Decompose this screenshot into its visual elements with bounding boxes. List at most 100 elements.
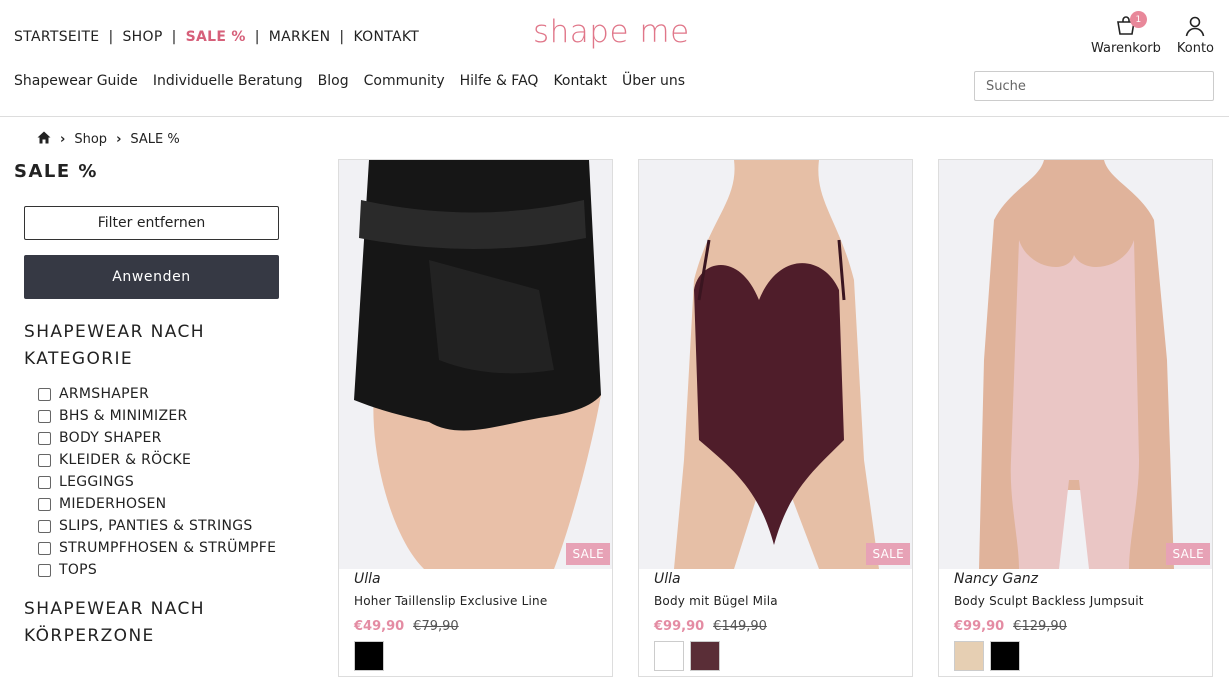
- category-label: BHS & MINIMIZER: [59, 408, 188, 424]
- color-swatches: [354, 641, 384, 671]
- site-logo[interactable]: shape me: [533, 14, 690, 50]
- sale-badge: SALE: [1166, 543, 1210, 565]
- checkbox[interactable]: [38, 431, 51, 445]
- product-price: €99,90 €149,90: [654, 619, 767, 634]
- color-swatch[interactable]: [354, 641, 384, 671]
- nav-sale[interactable]: SALE %: [186, 29, 246, 45]
- nav-separator: |: [171, 29, 177, 45]
- category-filter-heading[interactable]: SHAPEWEAR NACH KATEGORIE: [24, 319, 284, 373]
- product-brand: Ulla: [654, 571, 681, 587]
- zone-heading-line: SHAPEWEAR NACH: [24, 599, 205, 619]
- category-label: BODY SHAPER: [59, 430, 162, 446]
- category-label: LEGGINGS: [59, 474, 135, 490]
- apply-filter-button[interactable]: Anwenden: [24, 255, 279, 299]
- checkbox[interactable]: [38, 409, 51, 423]
- product-price: €49,90 €79,90: [354, 619, 459, 634]
- color-swatch[interactable]: [690, 641, 720, 671]
- product-name[interactable]: Hoher Taillenslip Exclusive Line: [354, 594, 547, 608]
- category-heading-line: SHAPEWEAR NACH: [24, 322, 205, 342]
- color-swatch[interactable]: [654, 641, 684, 671]
- category-label: TOPS: [59, 562, 98, 578]
- subnav-ueber-uns[interactable]: Über uns: [622, 73, 685, 89]
- checkbox[interactable]: [38, 475, 51, 489]
- nav-separator: |: [339, 29, 345, 45]
- account-button[interactable]: Konto: [1177, 14, 1214, 56]
- product-price: €99,90 €129,90: [954, 619, 1067, 634]
- subnav-blog[interactable]: Blog: [318, 73, 349, 89]
- category-option[interactable]: LEGGINGS: [38, 471, 276, 493]
- search-input[interactable]: [974, 71, 1214, 101]
- breadcrumb-shop[interactable]: Shop: [74, 132, 107, 147]
- product-image[interactable]: [339, 160, 612, 569]
- user-area: 1 Warenkorb Konto: [1090, 11, 1214, 56]
- checkbox[interactable]: [38, 387, 51, 401]
- original-price: €149,90: [713, 619, 767, 634]
- nav-shop[interactable]: SHOP: [122, 29, 162, 45]
- sale-badge: SALE: [566, 543, 610, 565]
- category-option[interactable]: TOPS: [38, 559, 276, 581]
- breadcrumb-current: SALE %: [130, 132, 180, 147]
- top-navigation: STARTSEITE | SHOP | SALE % | MARKEN | KO…: [14, 29, 419, 45]
- nav-marken[interactable]: MARKEN: [269, 29, 331, 45]
- product-brand: Nancy Ganz: [954, 571, 1039, 587]
- checkbox[interactable]: [38, 563, 51, 577]
- subnav-shapewear-guide[interactable]: Shapewear Guide: [14, 73, 138, 89]
- home-icon[interactable]: [37, 131, 51, 148]
- product-image[interactable]: [939, 160, 1212, 569]
- category-option[interactable]: BODY SHAPER: [38, 427, 276, 449]
- header-divider: [0, 116, 1229, 117]
- category-label: STRUMPFHOSEN & STRÜMPFE: [59, 540, 277, 556]
- color-swatches: [654, 641, 720, 671]
- account-label: Konto: [1176, 41, 1214, 56]
- color-swatch[interactable]: [990, 641, 1020, 671]
- nav-separator: |: [108, 29, 114, 45]
- zone-heading-line: KÖRPERZONE: [24, 626, 155, 646]
- color-swatch[interactable]: [954, 641, 984, 671]
- breadcrumb: › Shop › SALE %: [37, 131, 180, 148]
- subnav-hilfe-faq[interactable]: Hilfe & FAQ: [460, 73, 539, 89]
- original-price: €79,90: [413, 619, 459, 634]
- subnav-community[interactable]: Community: [364, 73, 445, 89]
- sale-price: €99,90: [654, 619, 705, 634]
- cart-label: Warenkorb: [1090, 41, 1161, 56]
- product-card[interactable]: SALE Ulla Body mit Bügel Mila €99,90 €14…: [638, 159, 913, 677]
- product-card[interactable]: SALE Nancy Ganz Body Sculpt Backless Jum…: [938, 159, 1213, 677]
- remove-filter-button[interactable]: Filter entfernen: [24, 206, 279, 240]
- checkbox[interactable]: [38, 497, 51, 511]
- product-brand: Ulla: [354, 571, 381, 587]
- subnav-beratung[interactable]: Individuelle Beratung: [153, 73, 303, 89]
- body-zone-filter-heading[interactable]: SHAPEWEAR NACH KÖRPERZONE: [24, 596, 284, 650]
- product-card[interactable]: SALE Ulla Hoher Taillenslip Exclusive Li…: [338, 159, 613, 677]
- category-filter-list: ARMSHAPER BHS & MINIMIZER BODY SHAPER KL…: [38, 383, 276, 581]
- subnav-kontakt[interactable]: Kontakt: [553, 73, 607, 89]
- product-image[interactable]: [639, 160, 912, 569]
- category-option[interactable]: KLEIDER & RÖCKE: [38, 449, 276, 471]
- sale-price: €99,90: [954, 619, 1005, 634]
- category-option[interactable]: ARMSHAPER: [38, 383, 276, 405]
- original-price: €129,90: [1013, 619, 1067, 634]
- category-heading-line: KATEGORIE: [24, 349, 134, 369]
- nav-separator: |: [254, 29, 260, 45]
- chevron-right-icon: ›: [116, 132, 122, 147]
- category-label: KLEIDER & RÖCKE: [59, 452, 192, 468]
- category-label: ARMSHAPER: [59, 386, 150, 402]
- product-name[interactable]: Body Sculpt Backless Jumpsuit: [954, 594, 1144, 608]
- cart-count-badge: 1: [1129, 11, 1147, 28]
- product-name[interactable]: Body mit Bügel Mila: [654, 594, 778, 608]
- checkbox[interactable]: [38, 453, 51, 467]
- cart-button[interactable]: 1 Warenkorb: [1090, 11, 1161, 56]
- category-option[interactable]: SLIPS, PANTIES & STRINGS: [38, 515, 276, 537]
- category-label: MIEDERHOSEN: [59, 496, 167, 512]
- chevron-right-icon: ›: [60, 132, 66, 147]
- secondary-navigation: Shapewear Guide Individuelle Beratung Bl…: [14, 73, 685, 89]
- checkbox[interactable]: [38, 519, 51, 533]
- nav-startseite[interactable]: STARTSEITE: [14, 29, 99, 45]
- sale-price: €49,90: [354, 619, 405, 634]
- nav-kontakt[interactable]: KONTAKT: [353, 29, 419, 45]
- user-icon: [1183, 14, 1207, 38]
- category-label: SLIPS, PANTIES & STRINGS: [59, 518, 253, 534]
- category-option[interactable]: MIEDERHOSEN: [38, 493, 276, 515]
- checkbox[interactable]: [38, 541, 51, 555]
- category-option[interactable]: STRUMPFHOSEN & STRÜMPFE: [38, 537, 276, 559]
- category-option[interactable]: BHS & MINIMIZER: [38, 405, 276, 427]
